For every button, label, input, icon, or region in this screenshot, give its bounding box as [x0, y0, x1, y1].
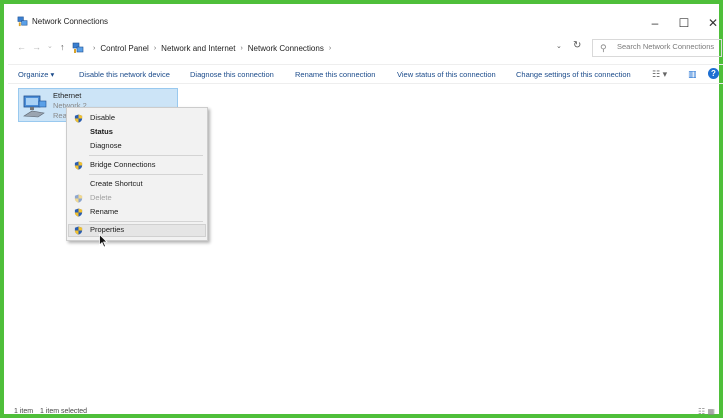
organize-button[interactable]: Organize ▾	[18, 70, 54, 79]
menu-item-label: Properties	[90, 225, 125, 234]
uac-shield-icon	[74, 161, 83, 170]
close-button[interactable]: ✕	[698, 12, 723, 34]
menu-item-label: Delete	[90, 193, 112, 202]
menu-item-diagnose[interactable]: Diagnose	[68, 140, 206, 153]
menu-item-label: Rename	[90, 207, 119, 216]
breadcrumb-separator[interactable]: ›	[240, 45, 242, 52]
rename-connection-button[interactable]: Rename this connection	[295, 70, 375, 79]
title-bar[interactable]: Network Connections – ☐ ✕	[8, 10, 723, 34]
menu-item-create-shortcut[interactable]: Create Shortcut	[68, 178, 206, 191]
mouse-pointer-icon	[99, 234, 108, 248]
menu-item-label: Disable	[90, 113, 116, 122]
view-toggle-icon[interactable]: ☷ ▦	[698, 407, 715, 416]
back-button[interactable]: ←	[17, 40, 26, 54]
command-bar: Organize ▾ Disable this network device D…	[8, 64, 723, 84]
diagnose-connection-button[interactable]: Diagnose this connection	[190, 70, 274, 79]
breadcrumb-separator[interactable]: ›	[154, 45, 156, 52]
menu-item-delete[interactable]: Delete	[68, 192, 206, 205]
search-icon: ⚲	[600, 43, 607, 53]
change-view-icon[interactable]: ☷ ▾	[652, 69, 667, 80]
address-dropdown-icon[interactable]: ⌄	[556, 42, 562, 50]
connection-name: Ethernet	[53, 91, 82, 100]
uac-shield-icon	[74, 226, 83, 235]
search-input[interactable]	[617, 42, 721, 51]
item-count: 1 item	[14, 408, 34, 415]
uac-shield-icon	[74, 194, 83, 203]
preview-pane-icon[interactable]: ▥	[688, 69, 697, 80]
breadcrumb-control-panel[interactable]: Control Panel	[100, 44, 148, 53]
up-button[interactable]: ↑	[60, 40, 65, 54]
recent-locations-button[interactable]: ⌄	[47, 40, 53, 54]
connection-status: Rea	[53, 111, 67, 120]
menu-item-properties[interactable]: Properties	[68, 224, 206, 237]
menu-item-label: Create Shortcut	[90, 179, 143, 188]
menu-item-disable[interactable]: Disable	[68, 112, 206, 125]
breadcrumb-network-internet[interactable]: Network and Internet	[161, 44, 235, 53]
menu-item-bridge-connections[interactable]: Bridge Connections	[68, 159, 206, 172]
menu-separator	[89, 155, 203, 156]
context-menu: Disable Status Diagnose Bridge Connectio…	[66, 107, 208, 241]
breadcrumb[interactable]: › Control Panel › Network and Internet ›…	[72, 40, 336, 56]
minimize-button[interactable]: –	[640, 12, 670, 34]
network-connections-icon	[17, 16, 28, 27]
menu-item-label: Bridge Connections	[90, 160, 156, 169]
breadcrumb-separator[interactable]: ›	[93, 45, 95, 52]
menu-item-label: Diagnose	[90, 141, 122, 150]
breadcrumb-network-connections[interactable]: Network Connections	[248, 44, 324, 53]
ethernet-adapter-icon	[23, 95, 47, 118]
address-bar: ← → ⌄ ↑ › Control Panel › Network and In…	[8, 36, 723, 60]
change-settings-button[interactable]: Change settings of this connection	[516, 70, 631, 79]
menu-separator	[89, 221, 203, 222]
uac-shield-icon	[74, 208, 83, 217]
refresh-icon[interactable]: ↻	[573, 40, 581, 51]
forward-button[interactable]: →	[32, 40, 41, 54]
network-connections-icon	[72, 42, 84, 53]
uac-shield-icon	[74, 114, 83, 123]
selection-count: 1 item selected	[40, 408, 88, 415]
disable-device-button[interactable]: Disable this network device	[79, 70, 170, 79]
view-status-button[interactable]: View status of this connection	[397, 70, 496, 79]
menu-item-label: Status	[90, 127, 113, 136]
menu-item-status[interactable]: Status	[68, 126, 206, 139]
window-title: Network Connections	[32, 17, 109, 26]
help-icon[interactable]: ?	[708, 68, 719, 79]
explorer-window: Network Connections – ☐ ✕ ← → ⌄ ↑ › Cont…	[0, 0, 723, 418]
menu-item-rename[interactable]: Rename	[68, 206, 206, 219]
maximize-button[interactable]: ☐	[669, 12, 699, 34]
search-box[interactable]: ⚲	[592, 39, 722, 57]
menu-separator	[89, 174, 203, 175]
status-bar: 1 item 1 item selected ☷ ▦	[8, 407, 723, 419]
breadcrumb-separator[interactable]: ›	[329, 45, 331, 52]
